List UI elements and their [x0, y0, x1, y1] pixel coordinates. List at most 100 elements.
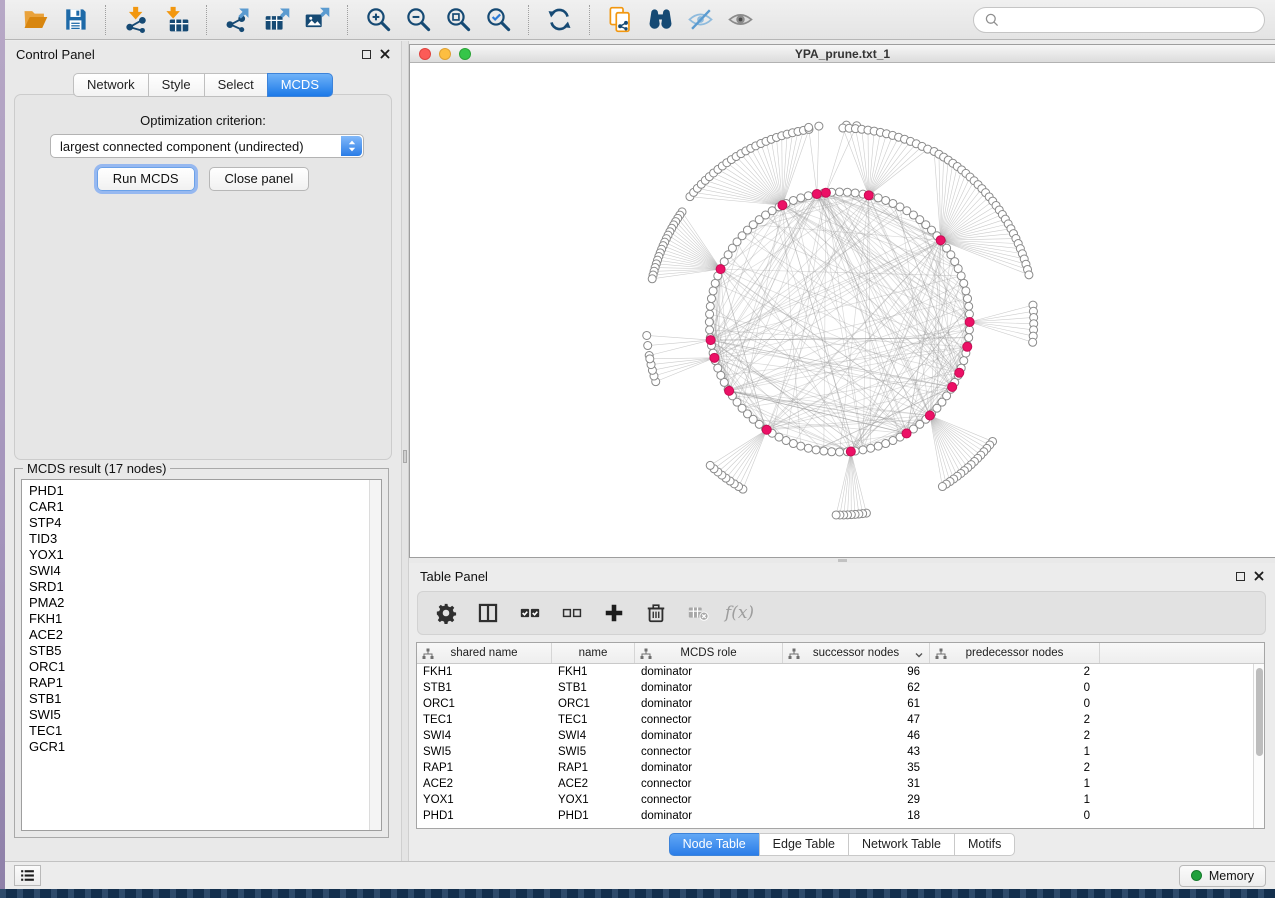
mcds-result-item[interactable]: SWI5: [29, 707, 381, 723]
import-network-button[interactable]: [118, 3, 154, 37]
run-mcds-button[interactable]: Run MCDS: [97, 167, 195, 191]
network-graph[interactable]: [410, 64, 1275, 557]
export-table-button[interactable]: [259, 3, 295, 37]
close-panel-icon[interactable]: [1254, 571, 1264, 581]
mcds-result-item[interactable]: STB1: [29, 691, 381, 707]
zoom-selected-button[interactable]: [480, 3, 516, 37]
mcds-result-item[interactable]: FKH1: [29, 611, 381, 627]
table-row[interactable]: SWI5SWI5connector431: [417, 744, 1264, 760]
zoom-fit-button[interactable]: [440, 3, 476, 37]
vertical-splitter[interactable]: [402, 41, 409, 861]
close-window-icon[interactable]: [419, 48, 431, 60]
close-panel-icon[interactable]: [380, 49, 390, 59]
table-row[interactable]: ORC1ORC1dominator610: [417, 696, 1264, 712]
node-table: shared name name MCDS rolesuccessor nodesp…: [416, 642, 1265, 829]
zoom-out-button[interactable]: [400, 3, 436, 37]
tab-mcds[interactable]: MCDS: [267, 73, 333, 97]
table-row[interactable]: TEC1TEC1connector472: [417, 712, 1264, 728]
splitter-handle[interactable]: [838, 559, 847, 562]
table-row[interactable]: YOX1YOX1connector291: [417, 792, 1264, 808]
tab-network-table[interactable]: Network Table: [848, 833, 954, 856]
column-header-label: name: [579, 647, 608, 659]
splitter-handle[interactable]: [403, 450, 407, 463]
table-cell: 18: [783, 810, 930, 822]
add-column-button[interactable]: [595, 596, 632, 630]
minimize-window-icon[interactable]: [439, 48, 451, 60]
zoom-in-button[interactable]: [360, 3, 396, 37]
mcds-result-item[interactable]: SRD1: [29, 579, 381, 595]
table-row[interactable]: PHD1PHD1dominator180: [417, 808, 1264, 824]
table-cell: SWI5: [552, 746, 635, 758]
table-scrollbar-track[interactable]: [1253, 664, 1264, 828]
table-cell: ORC1: [552, 698, 635, 710]
table-row[interactable]: RAP1RAP1dominator352: [417, 760, 1264, 776]
mcds-result-item[interactable]: TID3: [29, 531, 381, 547]
eye-slash-icon: [687, 6, 714, 33]
eye-button[interactable]: [722, 3, 758, 37]
refresh-view-button[interactable]: [541, 3, 577, 37]
clone-network-button[interactable]: [602, 3, 638, 37]
network-title: YPA_prune.txt_1: [795, 47, 890, 61]
table-row[interactable]: FKH1FKH1dominator962: [417, 664, 1264, 680]
mcds-result-item[interactable]: SWI4: [29, 563, 381, 579]
tab-network[interactable]: Network: [73, 73, 148, 97]
mcds-result-item[interactable]: ACE2: [29, 627, 381, 643]
table-cell: 2: [930, 666, 1100, 678]
import-table-button[interactable]: [158, 3, 194, 37]
table-row[interactable]: ACE2ACE2connector311: [417, 776, 1264, 792]
float-panel-icon[interactable]: [362, 50, 371, 59]
close-panel-button[interactable]: Close panel: [209, 167, 310, 191]
export-network-icon: [224, 6, 251, 33]
table-row[interactable]: STB1STB1dominator620: [417, 680, 1264, 696]
mcds-result-item[interactable]: CAR1: [29, 499, 381, 515]
network-canvas[interactable]: [410, 64, 1275, 557]
mcds-result-item[interactable]: ORC1: [29, 659, 381, 675]
tab-motifs[interactable]: Motifs: [954, 833, 1015, 856]
save-session-button[interactable]: [57, 3, 93, 37]
open-file-button[interactable]: [17, 3, 53, 37]
maximize-window-icon[interactable]: [459, 48, 471, 60]
column-header-name[interactable]: name: [552, 643, 635, 663]
table-row[interactable]: SWI4SWI4dominator462: [417, 728, 1264, 744]
criterion-select[interactable]: largest connected component (undirected): [50, 134, 364, 158]
export-image-button[interactable]: [299, 3, 335, 37]
mcds-result-item[interactable]: TEC1: [29, 723, 381, 739]
memory-button[interactable]: Memory: [1179, 865, 1266, 887]
table-settings-button[interactable]: [427, 596, 464, 630]
mcds-result-item[interactable]: RAP1: [29, 675, 381, 691]
table-cell: FKH1: [417, 666, 552, 678]
mcds-result-item[interactable]: GCR1: [29, 739, 381, 755]
mcds-result-item[interactable]: STB5: [29, 643, 381, 659]
toggle-panel-layout-button[interactable]: [469, 596, 506, 630]
column-header-shared-name[interactable]: shared name: [417, 643, 552, 663]
eye-slash-button[interactable]: [682, 3, 718, 37]
desktop-background-bottom: [0, 889, 1275, 898]
table-cell: 0: [930, 682, 1100, 694]
delete-columns-button[interactable]: [637, 596, 674, 630]
graph-nodes[interactable]: [643, 121, 1038, 519]
column-header-MCDS-role[interactable]: MCDS role: [635, 643, 783, 663]
mcds-result-item[interactable]: YOX1: [29, 547, 381, 563]
select-all-button[interactable]: [511, 596, 548, 630]
select-stepper-icon: [341, 136, 362, 156]
mcds-result-item[interactable]: PMA2: [29, 595, 381, 611]
tab-style[interactable]: Style: [148, 73, 204, 97]
column-header-successor-nodes[interactable]: successor nodes: [783, 643, 930, 663]
mcds-result-item[interactable]: PHD1: [29, 483, 381, 499]
binoculars-button[interactable]: [642, 3, 678, 37]
table-cell: dominator: [635, 762, 783, 774]
column-header-predecessor-nodes[interactable]: predecessor nodes: [930, 643, 1100, 663]
search-box[interactable]: [973, 7, 1265, 33]
search-input[interactable]: [1006, 12, 1254, 28]
mcds-result-item[interactable]: STP4: [29, 515, 381, 531]
table-scrollbar-thumb[interactable]: [1256, 668, 1263, 756]
task-history-button[interactable]: [14, 865, 41, 886]
result-list-scrollbar[interactable]: [369, 480, 381, 830]
float-panel-icon[interactable]: [1236, 572, 1245, 581]
deselect-all-button[interactable]: [553, 596, 590, 630]
table-cell: ACE2: [417, 778, 552, 790]
tab-select[interactable]: Select: [204, 73, 267, 97]
tab-node-table[interactable]: Node Table: [669, 833, 759, 856]
tab-edge-table[interactable]: Edge Table: [759, 833, 848, 856]
export-network-button[interactable]: [219, 3, 255, 37]
